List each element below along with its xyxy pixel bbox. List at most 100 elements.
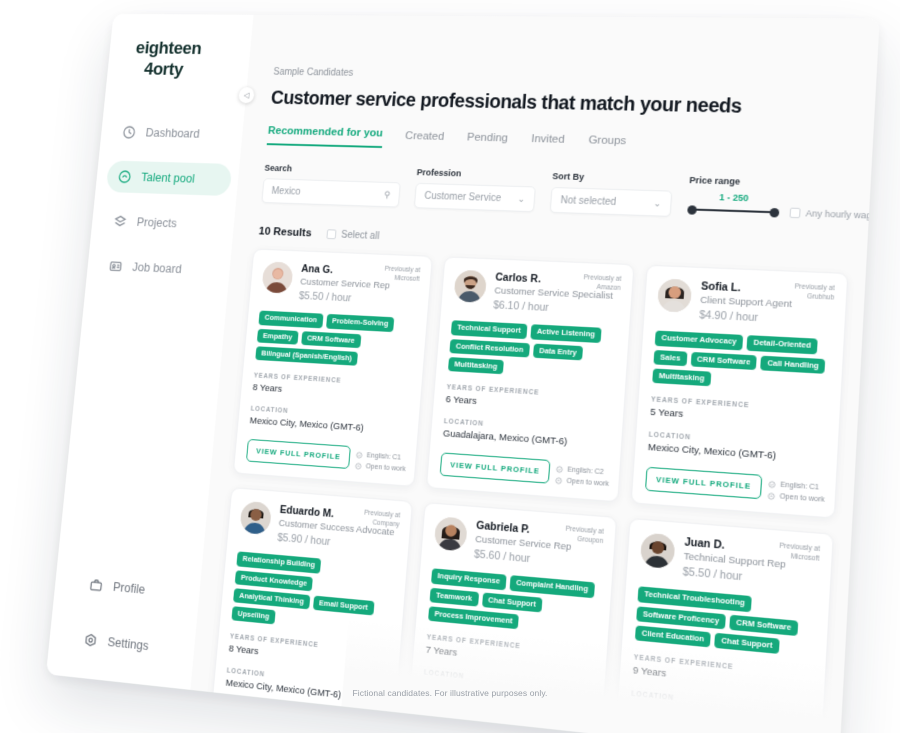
any-hourly-wage-option[interactable]: Any hourly wage	[789, 207, 877, 221]
skill-tag: Technical Troubleshooting	[637, 586, 752, 612]
results-count: 10 Results	[258, 225, 313, 240]
view-full-profile-button[interactable]: VIEW FULL PROFILE	[627, 727, 747, 733]
avatar	[261, 261, 294, 294]
tab-pending[interactable]: Pending	[466, 132, 509, 152]
location-block: LOCATION Guadalajara, Mexico (GMT-6)	[442, 418, 609, 450]
location-value: Mexico City, Mexico (GMT-6)	[647, 442, 777, 463]
search-filter-group: Search Mexico ⚲	[261, 163, 402, 208]
sidebar-item-job-board[interactable]: Job board	[97, 250, 224, 288]
skill-tag: Multitasking	[652, 368, 712, 387]
previously-at: Previously at Microsoft	[779, 542, 821, 563]
profession-select[interactable]: Customer Service ⌄	[413, 182, 536, 213]
sidebar-item-label: Projects	[136, 215, 178, 231]
search-icon: ⚲	[383, 189, 391, 200]
sidebar-item-talent-pool[interactable]: Talent pool	[105, 160, 233, 197]
skill-tag: Communication	[258, 310, 324, 329]
view-full-profile-button[interactable]: VIEW FULL PROFILE	[221, 702, 329, 733]
sidebar-item-profile[interactable]: Profile	[77, 567, 216, 613]
sidebar-item-settings[interactable]: Settings	[71, 622, 210, 670]
check-circle-icon	[556, 466, 564, 474]
view-full-profile-button[interactable]: VIEW FULL PROFILE	[439, 452, 551, 484]
results-bar: 10 Results Select all	[258, 226, 380, 242]
slider-handle-min[interactable]	[687, 204, 698, 215]
candidate-name: Sofia L.	[700, 280, 742, 295]
tab-groups[interactable]: Groups	[588, 134, 627, 154]
avatar	[657, 278, 693, 313]
skill-tag: Relationship Building	[236, 551, 322, 574]
language-badge: English: C2	[556, 466, 604, 476]
avatar	[433, 516, 468, 552]
tab-invited[interactable]: Invited	[530, 133, 565, 152]
chevron-down-icon: ⌄	[517, 193, 526, 204]
profession-filter-group: Profession Customer Service ⌄	[413, 167, 537, 213]
candidate-badges: English: C1 Open to work	[536, 723, 592, 733]
candidate-identity: Juan D. Technical Support Rep $5.50 / ho…	[682, 536, 819, 590]
candidate-role: Technical Support Rep	[683, 550, 787, 571]
location-label: LOCATION	[443, 418, 485, 429]
sort-by-select-value: Not selected	[560, 194, 617, 208]
tab-created[interactable]: Created	[404, 130, 445, 149]
skill-tag: Active Listening	[530, 324, 602, 343]
sort-by-filter-group: Sort By Not selected ⌄	[549, 171, 674, 217]
candidate-card[interactable]: Previously at Groupon Gabriela P. Custom…	[404, 502, 618, 733]
clock-icon	[121, 125, 136, 140]
sidebar-nav: Dashboard Talent pool Projects Job board	[95, 116, 236, 301]
candidate-rate-value: $5.90	[276, 532, 303, 547]
candidate-card[interactable]: Previously at Microsoft Ana G. Customer …	[232, 248, 433, 487]
experience-block: YEARS OF EXPERIENCE 5 Years	[650, 396, 827, 429]
view-full-profile-button[interactable]: VIEW FULL PROFILE	[644, 466, 763, 500]
card-footer: VIEW FULL PROFILE English: C1 Open to wo…	[221, 702, 384, 733]
view-full-profile-button[interactable]: VIEW FULL PROFILE	[419, 704, 532, 733]
select-all-option[interactable]: Select all	[325, 229, 380, 241]
location-block: LOCATION Mexico City, Mexico (GMT-6)	[647, 432, 824, 466]
candidate-header: Eduardo M. Customer Success Advocate $5.…	[239, 500, 400, 554]
view-full-profile-button[interactable]: VIEW FULL PROFILE	[245, 439, 352, 470]
tab-recommended-for-you[interactable]: Recommended for you	[266, 125, 384, 149]
skill-tag: Detail-Oriented	[746, 335, 818, 355]
candidate-rate: $5.50 / hour	[682, 566, 817, 590]
check-circle-icon	[768, 481, 776, 489]
candidate-header: Carlos R. Customer Service Specialist $6…	[453, 269, 621, 318]
experience-label: YEARS OF EXPERIENCE	[633, 654, 734, 672]
sidebar-item-label: Talent pool	[140, 170, 196, 186]
skill-tag: Empathy	[256, 328, 299, 345]
search-input-value: Mexico	[271, 185, 302, 198]
search-label: Search	[264, 163, 293, 174]
sort-by-select[interactable]: Not selected ⌄	[549, 186, 673, 217]
price-range-slider[interactable]	[687, 204, 780, 218]
skill-tags: Technical Support Active Listening Confl…	[447, 320, 617, 381]
briefcase-icon	[88, 577, 104, 594]
open-to-work-icon	[355, 463, 362, 470]
open-to-work-icon	[555, 477, 563, 485]
experience-label: YEARS OF EXPERIENCE	[426, 634, 521, 651]
sort-by-label: Sort By	[552, 171, 585, 182]
availability-badge: Open to work	[355, 463, 406, 473]
location-label: LOCATION	[648, 431, 692, 442]
profession-select-value: Customer Service	[423, 190, 502, 204]
skill-tag: Inquiry Response	[431, 568, 507, 591]
candidate-identity: Carlos R. Customer Service Specialist $6…	[493, 271, 621, 317]
candidate-rate-unit: / hour	[729, 310, 759, 325]
candidate-identity: Eduardo M. Customer Success Advocate $5.…	[277, 504, 400, 554]
candidate-rate-unit: / hour	[713, 568, 743, 584]
candidate-header: Juan D. Technical Support Rep $5.50 / ho…	[639, 532, 819, 591]
candidate-card[interactable]: Previously at Grubhub Sofia L. Client Su…	[630, 264, 849, 519]
previously-at: Previously at Grubhub	[794, 283, 835, 302]
previously-at: Previously at Microsoft	[384, 265, 421, 283]
sidebar-item-dashboard[interactable]: Dashboard	[110, 116, 236, 151]
candidate-card[interactable]: Previously at Microsoft Juan D. Technica…	[611, 517, 834, 733]
layers-icon	[112, 214, 127, 229]
availability-badge: Open to work	[555, 477, 609, 488]
check-circle-icon	[333, 719, 340, 727]
slider-track	[691, 207, 776, 214]
candidate-rate-value: $5.60	[473, 548, 501, 564]
candidate-identity: Gabriela P. Customer Service Rep $5.60 /…	[474, 519, 603, 571]
skill-tag: Analytical Thinking	[233, 588, 311, 610]
slider-handle-max[interactable]	[769, 207, 780, 218]
search-input[interactable]: Mexico ⚲	[261, 178, 401, 208]
candidate-card[interactable]: Previously at Amazon Carlos R. Customer …	[425, 256, 635, 503]
any-hourly-wage-checkbox[interactable]	[789, 207, 801, 219]
skill-tag: Data Entry	[532, 343, 584, 361]
select-all-checkbox[interactable]	[325, 229, 337, 240]
sidebar-item-projects[interactable]: Projects	[101, 205, 228, 242]
